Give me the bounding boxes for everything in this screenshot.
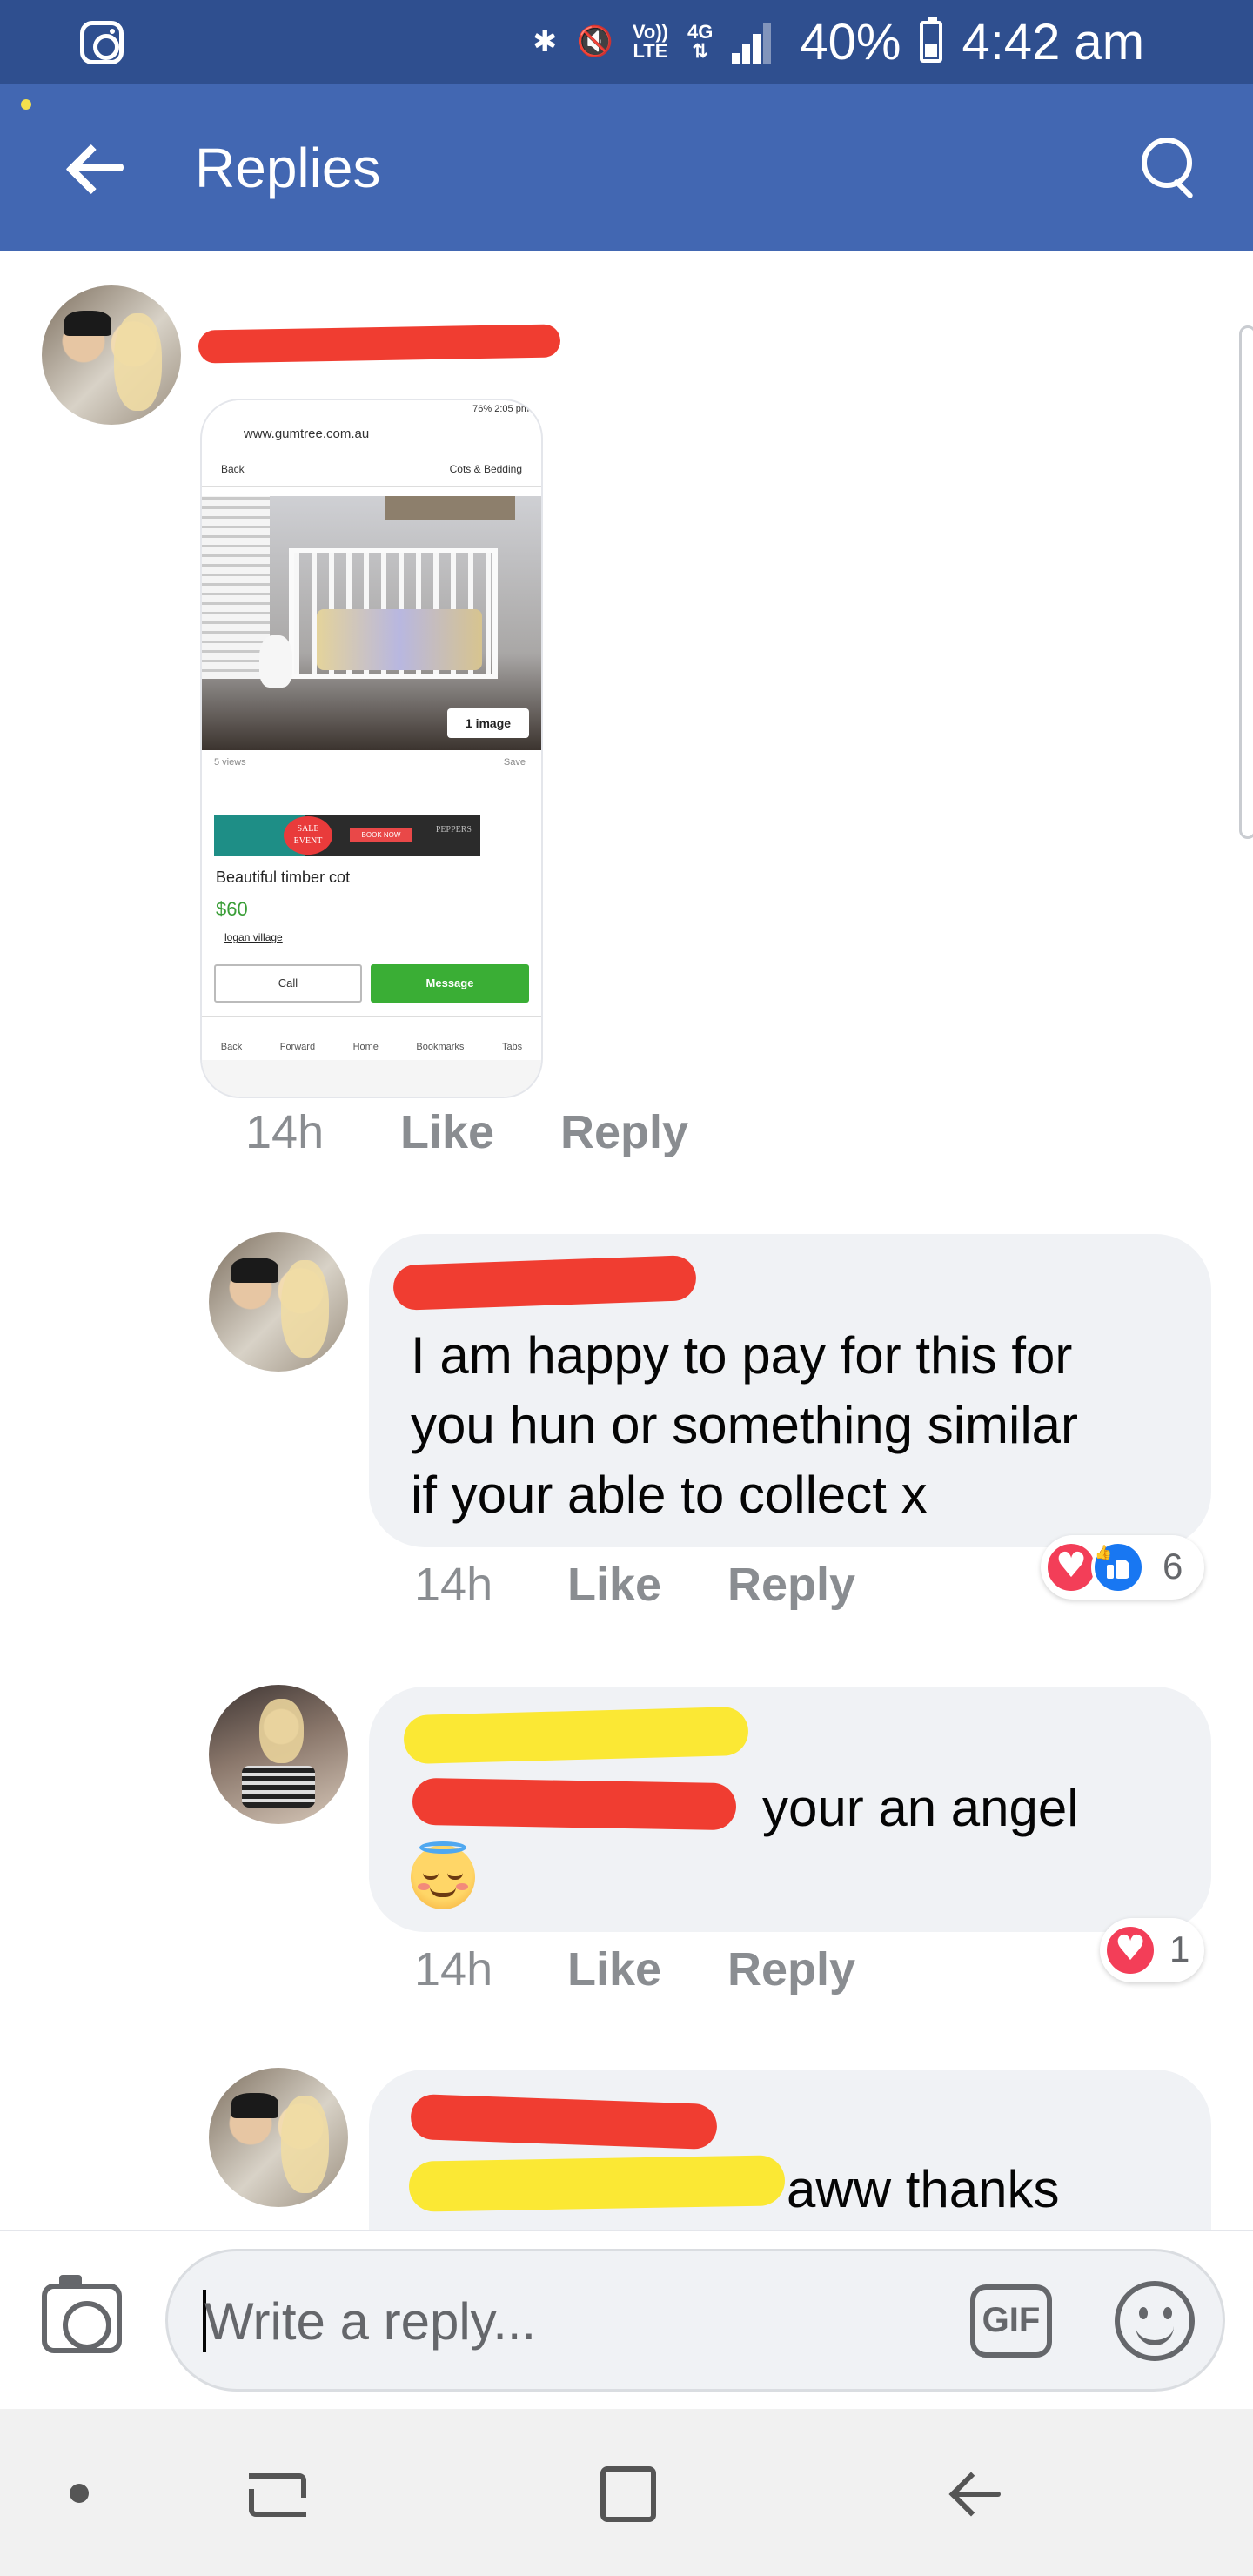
- image-status-bar: 76% 2:05 pm: [202, 400, 541, 419]
- listing-meta: 5 views Save: [214, 757, 526, 768]
- comment-text: I am happy to pay for this for you hun o…: [411, 1326, 1079, 1524]
- battery-icon: [920, 17, 943, 63]
- reaction-count: 6: [1163, 1546, 1183, 1587]
- avatar[interactable]: [209, 1685, 348, 1824]
- like-button[interactable]: Like: [567, 1558, 661, 1612]
- image-nav-row: Back Cots & Bedding: [202, 460, 541, 487]
- heart-reaction-icon: [1044, 1540, 1098, 1594]
- reply-input-container[interactable]: GIF: [165, 2249, 1225, 2392]
- comment-actions: 14h: [245, 1105, 324, 1159]
- avatar[interactable]: [209, 1232, 348, 1372]
- camera-icon[interactable]: [42, 2275, 122, 2353]
- scrollbar[interactable]: [1239, 325, 1253, 839]
- listing-location: logan village: [224, 931, 283, 943]
- listing-call-button: Call: [214, 964, 362, 1003]
- redacted-name: [403, 1706, 749, 1765]
- bluetooth-icon: ✱: [533, 25, 558, 58]
- redacted-mention: [408, 2155, 786, 2212]
- app-bar: Replies: [0, 84, 1253, 251]
- like-button[interactable]: Like: [567, 1942, 661, 1996]
- mute-icon: 🔇: [576, 25, 613, 58]
- back-button[interactable]: [948, 2468, 1004, 2520]
- comment-time: 14h: [414, 1943, 493, 1996]
- status-icons: ✱ 🔇 Vo)) LTE 4G ⇅ 40% 4:42 am: [533, 14, 1144, 70]
- clock: 4:42 am: [962, 13, 1145, 70]
- signal-icon: [732, 20, 781, 64]
- avatar[interactable]: [209, 2068, 348, 2207]
- volte-indicator: Vo)) LTE: [632, 21, 668, 62]
- data-indicator: 4G ⇅: [687, 21, 714, 62]
- search-icon[interactable]: [1142, 138, 1197, 197]
- listing-title: Beautiful timber cot: [216, 869, 351, 886]
- emoji-icon[interactable]: [1115, 2281, 1195, 2361]
- comment-time: 14h: [414, 1559, 493, 1611]
- reaction-summary[interactable]: 1: [1100, 1918, 1204, 1982]
- comment-time: 14h: [245, 1106, 325, 1158]
- home-button[interactable]: [600, 2466, 656, 2522]
- reply-button[interactable]: Reply: [727, 1558, 855, 1612]
- recents-button[interactable]: [249, 2468, 306, 2520]
- like-reaction-icon: [1091, 1540, 1145, 1594]
- reaction-summary[interactable]: 6: [1041, 1535, 1204, 1600]
- instagram-icon: [80, 21, 124, 64]
- status-bar: ✱ 🔇 Vo)) LTE 4G ⇅ 40% 4:42 am: [0, 0, 1253, 84]
- system-navigation-bar: [0, 2409, 1253, 2576]
- listing-message-button: Message: [371, 964, 529, 1003]
- image-url-bar: www.gumtree.com.au: [244, 426, 370, 441]
- reply-button[interactable]: Reply: [560, 1105, 688, 1159]
- listing-price: $60: [216, 898, 248, 920]
- page-title: Replies: [195, 137, 381, 199]
- image-count-badge: 1 image: [447, 708, 529, 738]
- reply-composer: GIF: [0, 2230, 1253, 2409]
- replies-screen: ✱ 🔇 Vo)) LTE 4G ⇅ 40% 4:42 am Replies 76…: [0, 0, 1253, 2576]
- redacted-mention: [412, 1777, 737, 1831]
- notification-dot: [21, 99, 31, 110]
- back-arrow-icon[interactable]: [64, 141, 125, 193]
- image-bottom-nav: Back Forward Home Bookmarks Tabs: [202, 1016, 541, 1058]
- nav-dot-indicator: [70, 2484, 89, 2503]
- heart-reaction-icon: [1103, 1923, 1157, 1977]
- redacted-name: [198, 324, 561, 364]
- comment-text: your an angel: [762, 1779, 1079, 1837]
- cot-photo: 1 image: [202, 496, 541, 750]
- comment-image-gumtree-listing[interactable]: 76% 2:05 pm www.gumtree.com.au Back Cots…: [202, 400, 541, 1097]
- gif-button[interactable]: GIF: [970, 2284, 1052, 2358]
- battery-percent: 40%: [800, 13, 901, 70]
- reaction-count: 1: [1169, 1929, 1190, 1969]
- reply-input[interactable]: [204, 2283, 918, 2359]
- smiling-face-with-halo-emoji: [411, 1841, 475, 1909]
- reply-button[interactable]: Reply: [727, 1942, 855, 1996]
- comment-text: aww thanks: [787, 2160, 1060, 2218]
- image-system-nav: [202, 1060, 541, 1097]
- avatar[interactable]: [42, 285, 181, 425]
- like-button[interactable]: Like: [400, 1105, 494, 1159]
- ad-banner: SALE EVENT BOOK NOW PEPPERS: [214, 815, 480, 856]
